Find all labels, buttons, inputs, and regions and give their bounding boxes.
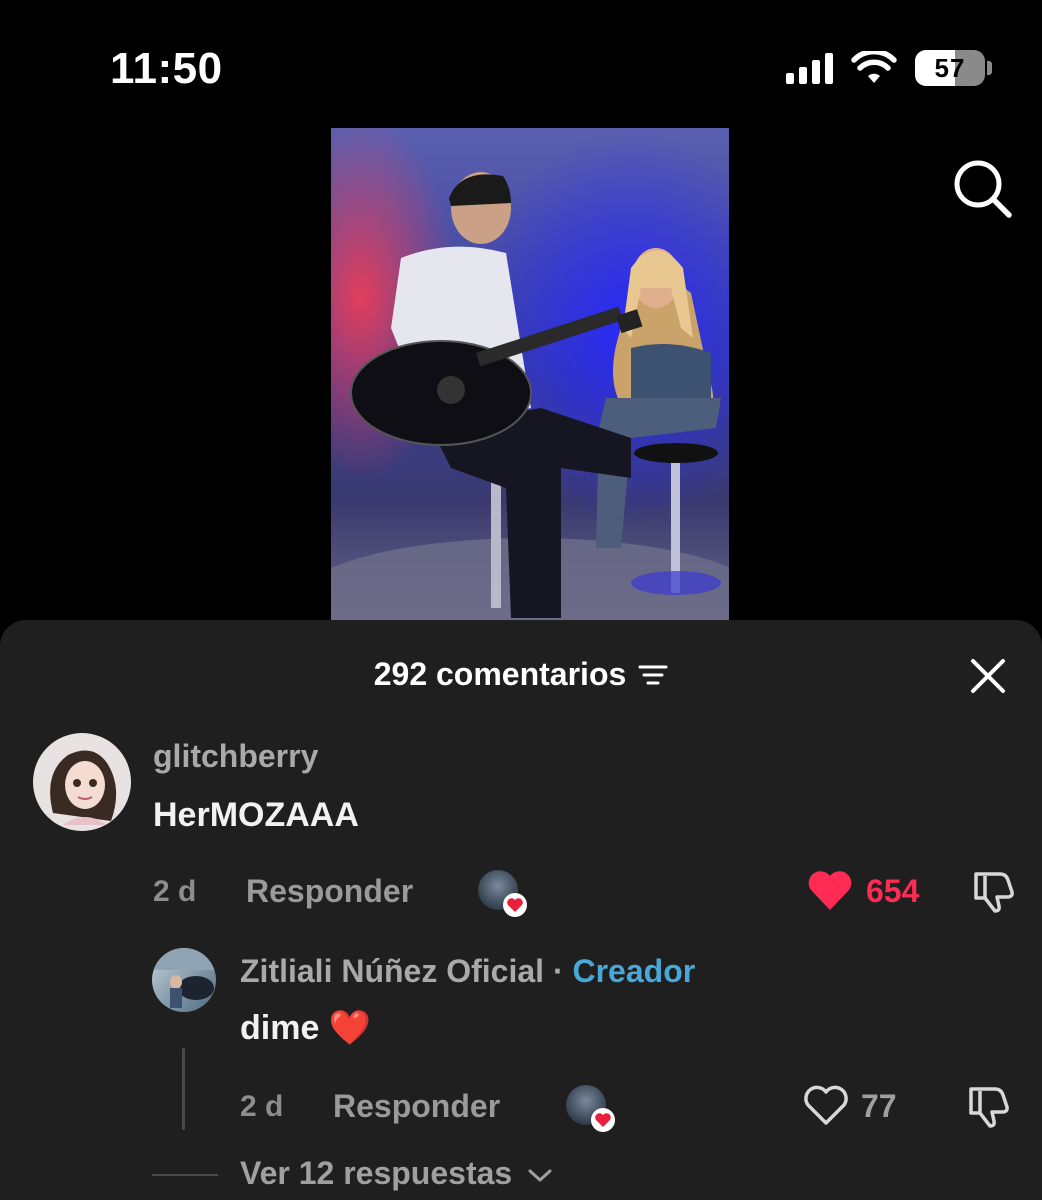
comments-header: 292 comentarios (0, 656, 1042, 693)
chevron-down-icon (528, 1169, 552, 1182)
close-icon[interactable] (970, 658, 1006, 694)
heart-outline-icon[interactable] (802, 1083, 850, 1127)
battery-icon: 57 (915, 50, 992, 86)
creator-badge: Creador (572, 953, 696, 989)
thread-line (182, 1048, 185, 1130)
heart-icon (503, 893, 527, 917)
video-thumbnail[interactable] (331, 128, 729, 628)
search-icon[interactable] (952, 158, 1014, 220)
comment-text: HerMOZAAA (153, 796, 359, 834)
reply-username-row: Zitliali Núñez Oficial · Creador (240, 953, 695, 990)
wifi-icon (851, 51, 897, 83)
comments-count: 292 comentarios (373, 656, 627, 692)
dislike-icon[interactable] (970, 868, 1016, 914)
battery-level: 57 (934, 52, 966, 83)
separator: · (552, 953, 564, 989)
reply-username[interactable]: Zitliali Núñez Oficial (240, 953, 544, 989)
dislike-icon[interactable] (965, 1083, 1011, 1129)
comment-username[interactable]: glitchberry (153, 738, 318, 775)
reply-avatar[interactable] (152, 948, 216, 1012)
view-replies-label: Ver 12 respuestas (240, 1155, 513, 1191)
app-screen: 11:50 57 292 comentarios glitchberry Her… (0, 0, 1042, 1200)
signal-icon (786, 52, 833, 84)
view-replies-button[interactable]: Ver 12 respuestas (240, 1155, 553, 1192)
heart-icon (591, 1108, 615, 1132)
reply-age: 2 d (240, 1090, 284, 1123)
heart-icon[interactable] (806, 868, 854, 912)
divider (152, 1174, 218, 1176)
comment-age: 2 d (153, 875, 197, 908)
creator-liked-avatar (566, 1085, 615, 1132)
reply-button[interactable]: Responder (333, 1088, 500, 1125)
status-icons: 57 (786, 50, 992, 86)
status-time: 11:50 (110, 44, 223, 93)
creator-liked-avatar (478, 870, 527, 917)
reply-button[interactable]: Responder (246, 873, 413, 910)
avatar[interactable] (33, 733, 131, 831)
like-count: 654 (866, 873, 920, 909)
reply-text: dime ❤️ (240, 1009, 372, 1047)
sort-icon[interactable] (638, 664, 668, 686)
video-scene (331, 172, 729, 628)
like-count: 77 (861, 1088, 897, 1124)
